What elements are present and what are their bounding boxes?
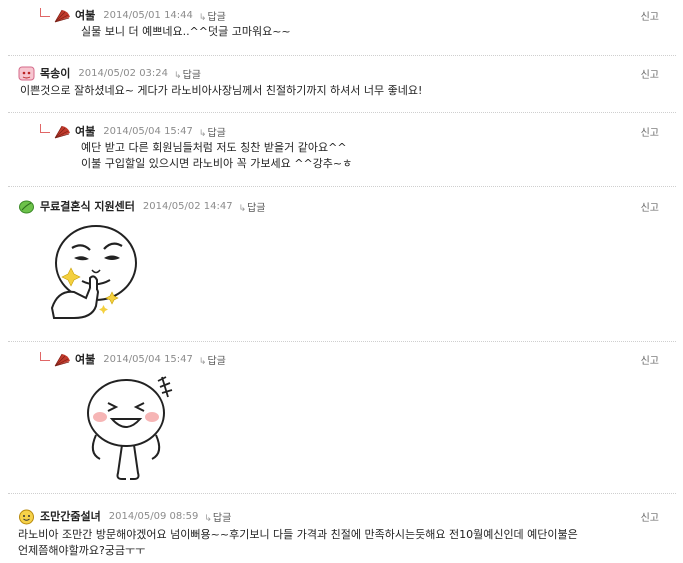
reply-arrow-small-icon: ↳	[174, 70, 182, 81]
comment-date: 2014/05/09 08:59	[108, 510, 199, 522]
report-button[interactable]: 신고	[641, 509, 659, 524]
comment-text-line: 예단 받고 다른 회원님들처럼 저도 칭찬 받을거 같아요^^	[81, 141, 347, 154]
reply-arrow-small-icon: ↳	[198, 356, 207, 367]
line-moon-laughing-sticker	[82, 373, 182, 486]
green-leaf-icon	[18, 199, 34, 214]
reply-arrow-icon	[40, 7, 50, 17]
red-fan-icon	[53, 352, 70, 367]
comment-text-line: 실물 보니 더 예쁘네요..^^덧글 고마워요~~	[81, 25, 291, 38]
comment-date: 2014/05/04 15:47	[103, 353, 193, 365]
comment-date: 2014/05/01 14:44	[103, 9, 193, 21]
comment-author[interactable]: 조만간줌설녀	[40, 508, 101, 524]
comment-text-line: 이불 구입할일 있으시면 라노비아 꼭 가보세요 ^^강추~ㅎ	[81, 157, 353, 170]
comment-body: 이쁜것으로 잘하셨네요~ 게다가 라노비아사장님께서 친절하기까지 하셔서 너무…	[20, 83, 422, 99]
line-moon-thumbs-up-sticker	[44, 218, 144, 331]
comment-author[interactable]: 여불	[75, 351, 95, 367]
red-fan-icon	[53, 124, 70, 139]
reply-arrow-small-icon: ↳	[198, 12, 207, 23]
reply-button[interactable]: ↳답글	[204, 509, 231, 524]
reply-arrow-small-icon: ↳	[204, 513, 212, 524]
comment-2: 목송이 2014/05/02 03:24 ↳답글 신고 이쁜것으로 잘하셨네요~…	[0, 56, 683, 108]
comment-body: 라노비아 조만간 방문해야겠어요 넘이뻐용~~후기보니 다들 가격과 친절에 만…	[18, 527, 578, 559]
report-button[interactable]: 신고	[641, 124, 659, 139]
comment-reply-5: 여불 2014/05/04 15:47 ↳답글 신고	[0, 343, 683, 489]
comment-date: 2014/05/02 14:47	[142, 200, 233, 212]
report-button[interactable]: 신고	[641, 66, 659, 81]
comment-author[interactable]: 여불	[75, 7, 95, 23]
report-button[interactable]: 신고	[641, 8, 659, 23]
reply-arrow-icon	[40, 351, 50, 361]
reply-button[interactable]: ↳답글	[199, 124, 226, 139]
report-button[interactable]: 신고	[641, 199, 659, 214]
red-fan-icon	[53, 8, 70, 23]
comment-text-line: 이쁜것으로 잘하셨네요~ 게다가 라노비아사장님께서 친절하기까지 하셔서 너무…	[20, 84, 423, 97]
comment-reply-1: 여불 2014/05/01 14:44 ↳답글 신고 실물 보니 더 예쁘네요.…	[0, 0, 683, 48]
comment-author[interactable]: 여불	[75, 123, 95, 139]
reply-arrow-icon	[40, 123, 50, 133]
report-button[interactable]: 신고	[641, 352, 659, 367]
reply-button[interactable]: ↳답글	[199, 8, 226, 23]
reply-arrow-small-icon: ↳	[238, 203, 247, 214]
comment-body: 실물 보니 더 예쁘네요..^^덧글 고마워요~~	[81, 24, 291, 40]
comment-date: 2014/05/02 03:24	[78, 67, 169, 79]
reply-arrow-small-icon: ↳	[198, 128, 207, 139]
comment-author[interactable]: 무료결혼식 지원센터	[40, 198, 135, 214]
comment-text-line: 언제쯤해야할까요?궁금ㅜㅜ	[18, 544, 146, 557]
reply-button[interactable]: ↳답글	[199, 352, 226, 367]
reply-button[interactable]: ↳답글	[174, 66, 201, 81]
pink-face-icon	[18, 66, 35, 81]
comment-separator	[8, 341, 676, 342]
comment-author[interactable]: 목송이	[40, 65, 70, 81]
comment-date: 2014/05/04 15:47	[103, 125, 193, 137]
comment-separator	[8, 493, 676, 494]
comment-body: 예단 받고 다른 회원님들처럼 저도 칭찬 받을거 같아요^^ 이불 구입할일 …	[81, 140, 352, 172]
reply-button[interactable]: ↳답글	[239, 199, 266, 214]
comment-reply-3: 여불 2014/05/04 15:47 ↳답글 신고 예단 받고 다른 회원님들…	[0, 114, 683, 182]
comment-text-line: 라노비아 조만간 방문해야겠어요 넘이뻐용~~후기보니 다들 가격과 친절에 만…	[18, 528, 578, 541]
comment-separator	[8, 186, 676, 187]
yellow-face-icon	[18, 509, 34, 525]
comment-separator	[8, 112, 676, 113]
comment-4: 무료결혼식 지원센터 2014/05/02 14:47 ↳답글 신고	[0, 188, 683, 338]
comment-6: 조만간줌설녀 2014/05/09 08:59 ↳답글 신고 라노비아 조만간 …	[0, 495, 683, 563]
